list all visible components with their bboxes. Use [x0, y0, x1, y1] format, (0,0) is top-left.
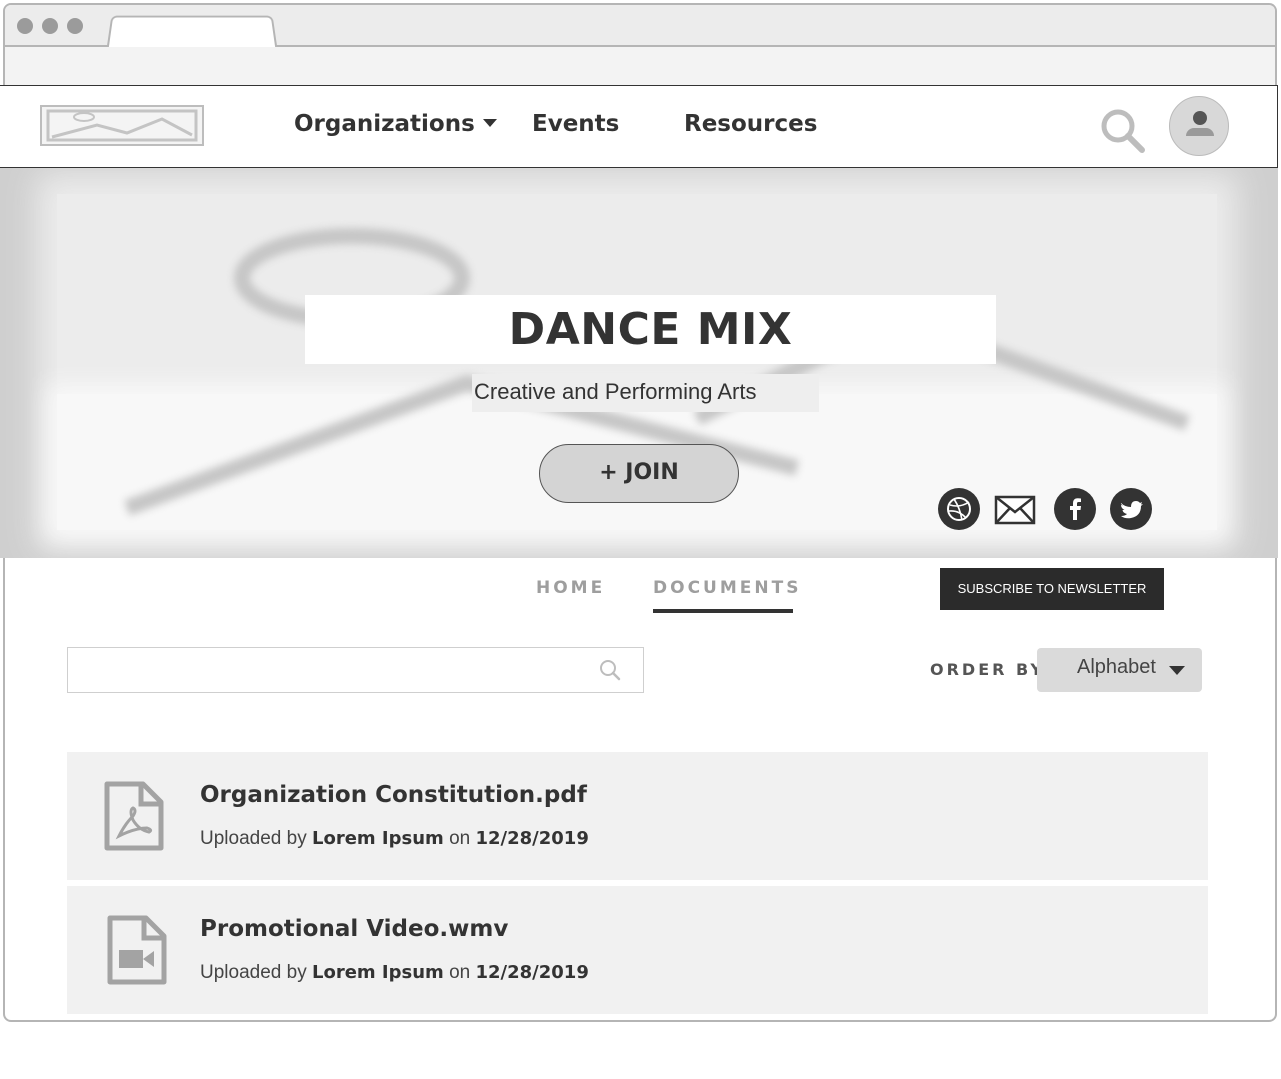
- document-name[interactable]: Organization Constitution.pdf: [200, 782, 587, 808]
- list-item[interactable]: Organization Constitution.pdf Uploaded b…: [67, 752, 1208, 880]
- list-item[interactable]: Promotional Video.wmv Uploaded by Lorem …: [67, 886, 1208, 1014]
- nav-resources[interactable]: Resources: [684, 111, 817, 137]
- search-icon[interactable]: [598, 658, 622, 682]
- video-file-icon: [107, 915, 167, 985]
- window-minimize-dot[interactable]: [42, 18, 58, 34]
- chevron-down-icon: [482, 119, 497, 127]
- facebook-icon[interactable]: [1054, 488, 1096, 530]
- page-title: DANCE MIX: [508, 304, 793, 355]
- org-subtitle-box: Creative and Performing Arts: [472, 374, 819, 412]
- search-icon[interactable]: [1098, 106, 1148, 154]
- tab-bar: HOME DOCUMENTS SUBSCRIBE TO NEWSLETTER: [0, 558, 1281, 618]
- uploader-name: Lorem Ipsum: [311, 962, 444, 983]
- document-meta: Uploaded by Lorem Ipsum on 12/28/2019: [200, 828, 589, 850]
- hero-banner: DANCE MIX Creative and Performing Arts +…: [0, 168, 1278, 558]
- browser-titlebar: [5, 5, 1275, 50]
- dribbble-icon[interactable]: [938, 488, 980, 530]
- window-close-dot[interactable]: [17, 18, 33, 34]
- user-icon: [1193, 111, 1207, 125]
- twitter-icon[interactable]: [1110, 488, 1152, 530]
- image-icon: [46, 109, 198, 142]
- on-label: on: [449, 828, 471, 849]
- chevron-down-icon: [1169, 666, 1185, 675]
- org-category: Creative and Performing Arts: [474, 379, 757, 404]
- tab-documents[interactable]: DOCUMENTS: [653, 578, 801, 598]
- document-meta: Uploaded by Lorem Ipsum on 12/28/2019: [200, 962, 589, 984]
- search-input[interactable]: [76, 654, 576, 686]
- user-icon-body: [1186, 128, 1214, 136]
- site-header: Organizations Events Resources: [0, 85, 1278, 168]
- order-by-select[interactable]: Alphabet: [1037, 648, 1202, 692]
- nav-organizations[interactable]: Organizations: [294, 111, 497, 137]
- document-search-box[interactable]: [67, 647, 644, 693]
- pdf-file-icon: [104, 781, 164, 851]
- active-tab-indicator: [653, 609, 793, 613]
- nav-events[interactable]: Events: [532, 111, 619, 137]
- uploader-name: Lorem Ipsum: [311, 828, 444, 849]
- document-name[interactable]: Promotional Video.wmv: [200, 916, 508, 942]
- uploaded-by-label: Uploaded by: [200, 828, 307, 849]
- subscribe-newsletter-button[interactable]: SUBSCRIBE TO NEWSLETTER: [940, 568, 1164, 610]
- upload-date: 12/28/2019: [475, 828, 589, 849]
- logo-placeholder[interactable]: [40, 105, 204, 146]
- upload-date: 12/28/2019: [475, 962, 589, 983]
- browser-tab[interactable]: [106, 15, 278, 50]
- address-bar[interactable]: [5, 47, 1275, 87]
- window-maximize-dot[interactable]: [67, 18, 83, 34]
- on-label: on: [449, 962, 471, 983]
- email-icon[interactable]: [994, 495, 1036, 525]
- order-by-value: Alphabet: [1077, 656, 1156, 678]
- nav-organizations-label: Organizations: [294, 111, 475, 137]
- uploaded-by-label: Uploaded by: [200, 962, 307, 983]
- tab-home[interactable]: HOME: [536, 578, 605, 598]
- join-button[interactable]: + JOIN: [539, 444, 739, 503]
- avatar[interactable]: [1169, 96, 1229, 156]
- org-title-box: DANCE MIX: [305, 295, 996, 364]
- order-by-label: ORDER BY: [930, 660, 1045, 679]
